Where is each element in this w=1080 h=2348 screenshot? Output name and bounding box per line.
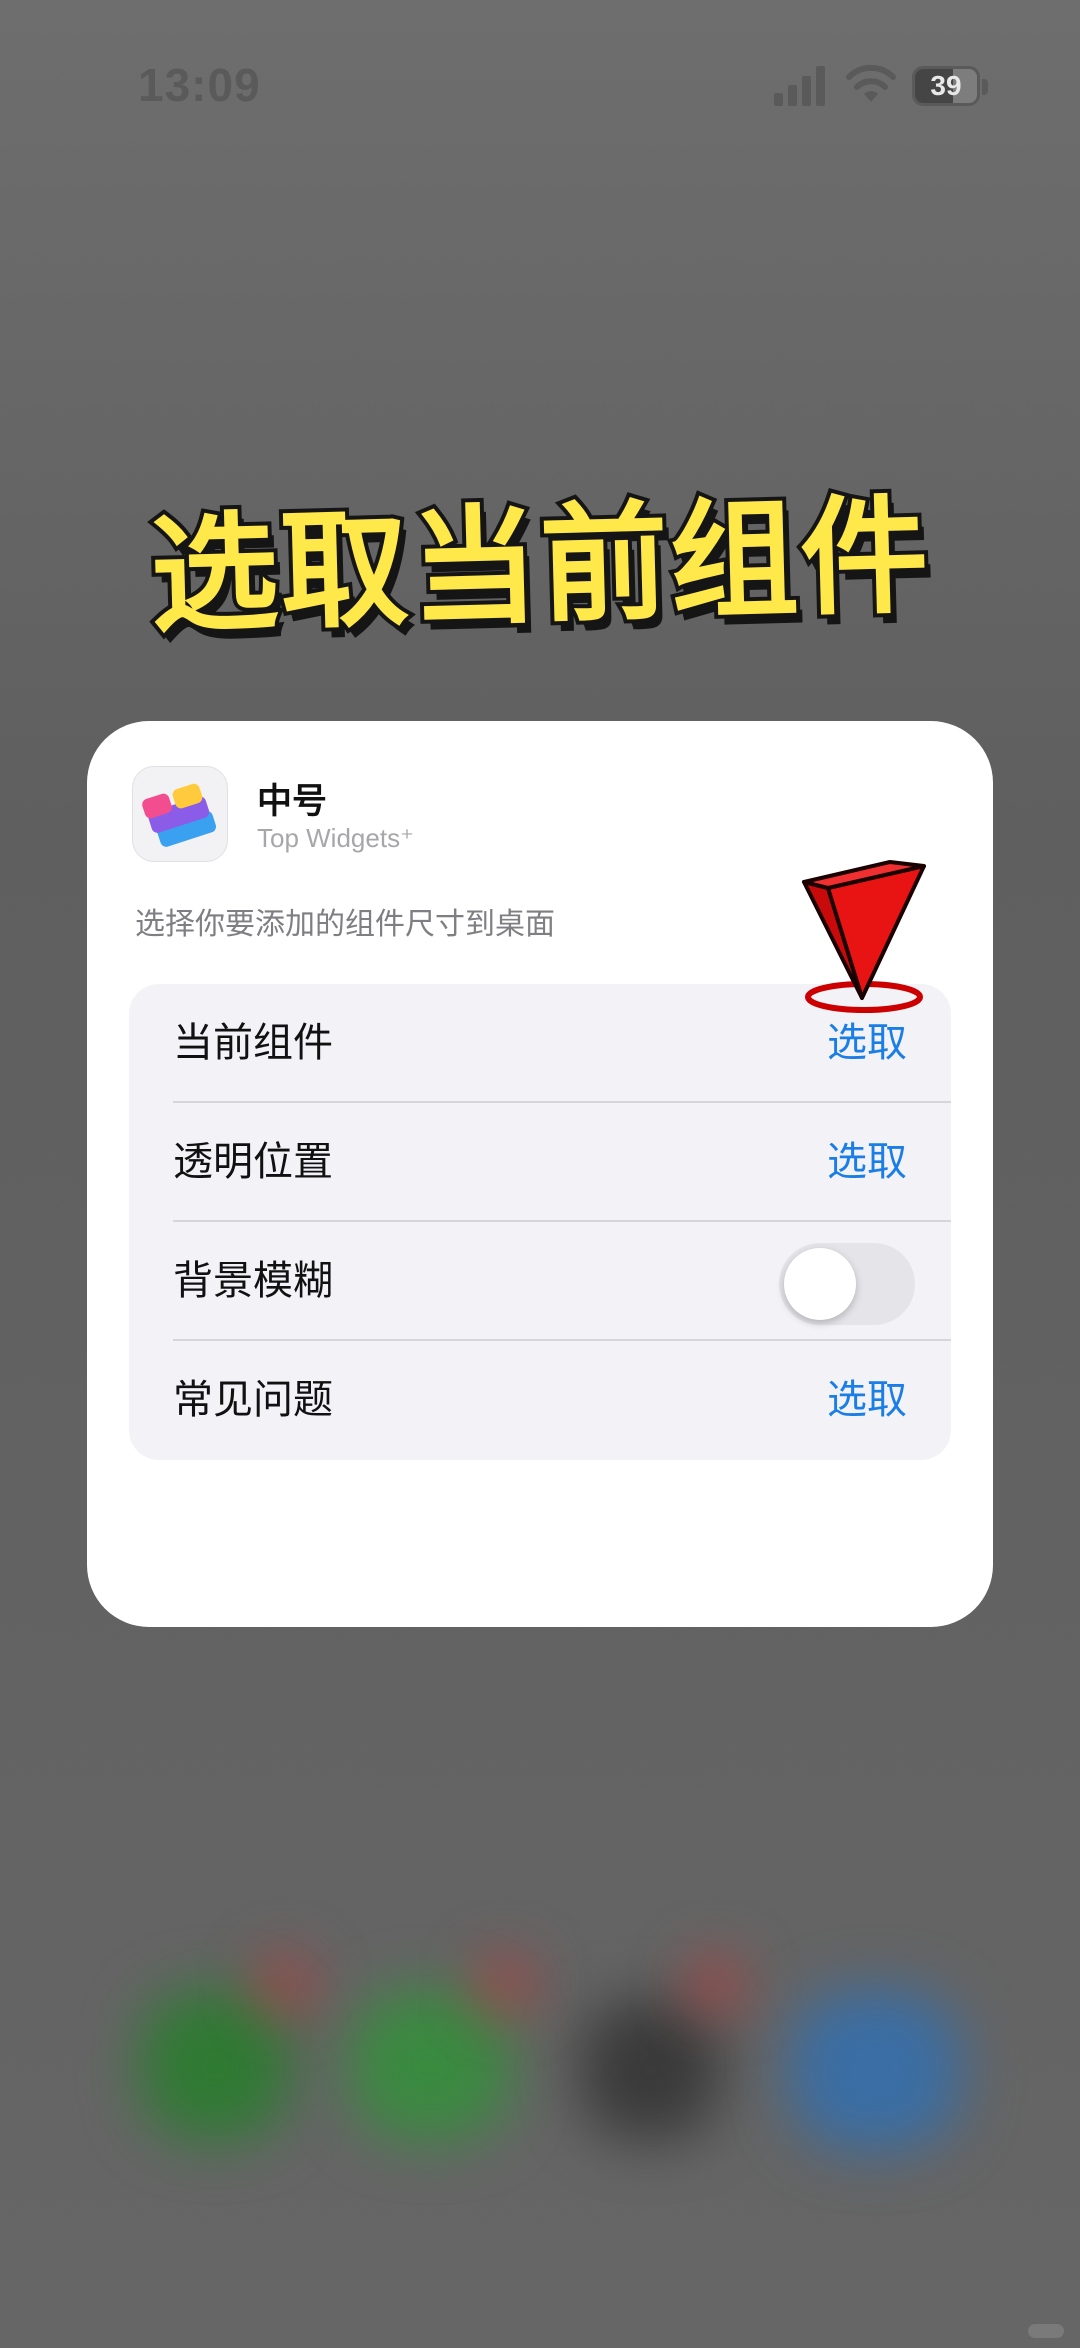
widget-size-title: 中号 xyxy=(257,782,328,822)
blurred-badge xyxy=(480,1960,530,2010)
select-button[interactable]: 选取 xyxy=(827,1341,907,1460)
blurred-app-icon xyxy=(790,1990,960,2150)
row-label: 透明位置 xyxy=(173,1139,333,1185)
blurred-app-icon xyxy=(350,1990,510,2140)
toggle-knob xyxy=(784,1248,856,1320)
app-icon-top-widgets xyxy=(132,766,228,862)
status-bar: 13:09 39 xyxy=(0,0,1080,176)
select-button[interactable]: 选取 xyxy=(827,1103,907,1222)
options-list: 当前组件 选取 透明位置 选取 背景模糊 常见问题 选取 xyxy=(129,984,951,1460)
row-label: 背景模糊 xyxy=(173,1258,333,1304)
widget-size-sheet: 中号 Top Widgets⁺ 选择你要添加的组件尺寸到桌面 当前组件 选取 透… xyxy=(87,721,993,1627)
home-indicator xyxy=(1028,2324,1064,2338)
row-label: 常见问题 xyxy=(173,1377,333,1423)
row-label: 当前组件 xyxy=(173,1020,333,1066)
blurred-app-icon xyxy=(140,1990,290,2140)
sheet-description: 选择你要添加的组件尺寸到桌面 xyxy=(135,907,555,942)
red-pointer-icon xyxy=(802,860,926,1013)
list-item-background-blur: 背景模糊 xyxy=(129,1222,951,1341)
battery-icon: 39 xyxy=(912,66,980,106)
app-name: Top Widgets⁺ xyxy=(257,823,414,853)
list-item-transparent-position[interactable]: 透明位置 选取 xyxy=(129,1103,951,1222)
wifi-icon xyxy=(846,64,896,102)
background-blur-toggle[interactable] xyxy=(779,1243,915,1325)
cellular-signal-icon xyxy=(774,66,825,106)
status-time: 13:09 xyxy=(138,59,261,111)
blurred-badge xyxy=(690,1960,740,2010)
battery-percent: 39 xyxy=(930,70,962,101)
overlay-title: 选取当前组件 xyxy=(144,478,936,655)
list-item-faq[interactable]: 常见问题 选取 xyxy=(129,1341,951,1460)
blurred-app-icon xyxy=(580,2000,720,2140)
battery-cap xyxy=(982,79,988,95)
blurred-badge xyxy=(260,1960,310,2010)
